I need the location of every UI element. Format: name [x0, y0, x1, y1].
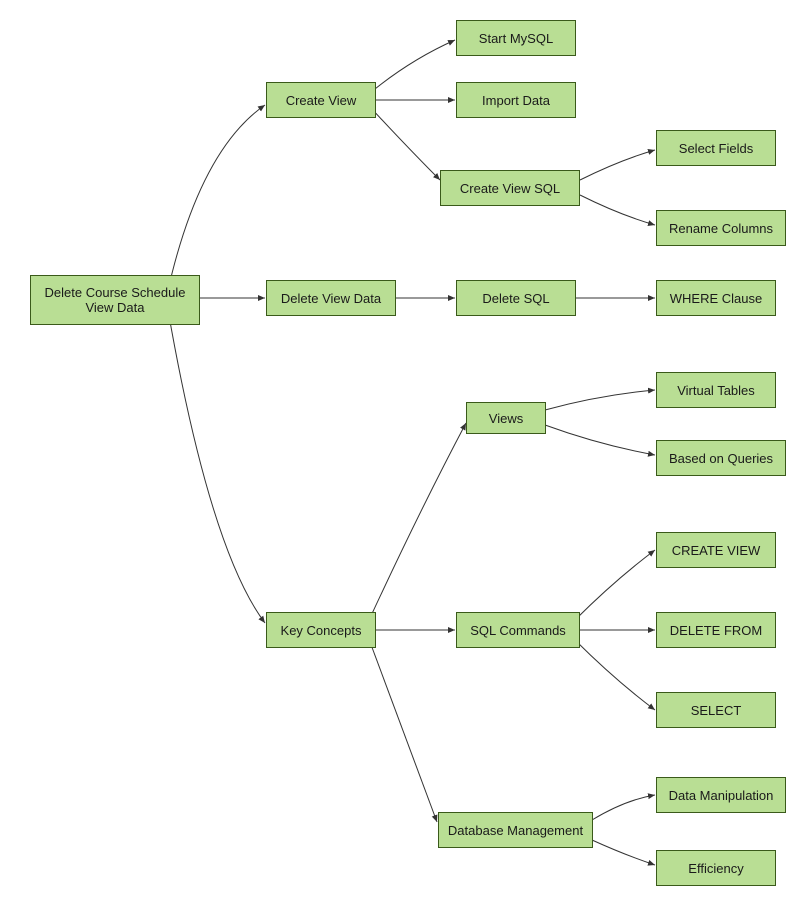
node-database-management: Database Management	[438, 812, 593, 848]
node-where-clause: WHERE Clause	[656, 280, 776, 316]
node-create-view: Create View	[266, 82, 376, 118]
node-root: Delete Course Schedule View Data	[30, 275, 200, 325]
node-data-manipulation: Data Manipulation	[656, 777, 786, 813]
node-delete-from-cmd: DELETE FROM	[656, 612, 776, 648]
node-import-data: Import Data	[456, 82, 576, 118]
node-start-mysql: Start MySQL	[456, 20, 576, 56]
node-key-concepts: Key Concepts	[266, 612, 376, 648]
node-select-cmd: SELECT	[656, 692, 776, 728]
node-views: Views	[466, 402, 546, 434]
node-delete-sql: Delete SQL	[456, 280, 576, 316]
node-virtual-tables: Virtual Tables	[656, 372, 776, 408]
node-delete-view-data: Delete View Data	[266, 280, 396, 316]
node-rename-columns: Rename Columns	[656, 210, 786, 246]
node-create-view-cmd: CREATE VIEW	[656, 532, 776, 568]
node-create-view-sql: Create View SQL	[440, 170, 580, 206]
node-based-on-queries: Based on Queries	[656, 440, 786, 476]
node-sql-commands: SQL Commands	[456, 612, 580, 648]
node-select-fields: Select Fields	[656, 130, 776, 166]
node-efficiency: Efficiency	[656, 850, 776, 886]
